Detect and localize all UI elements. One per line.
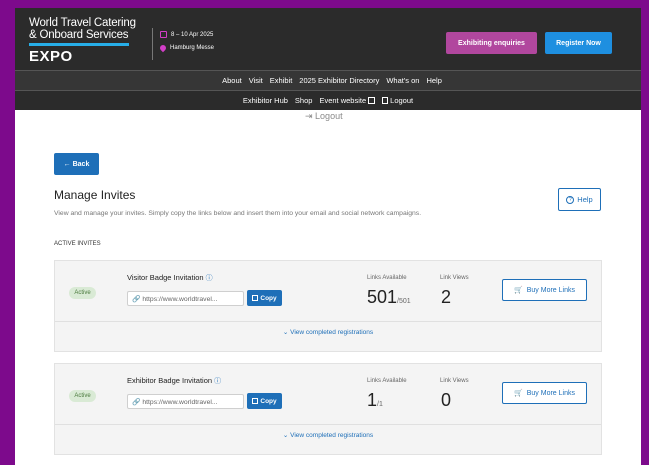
chevron-down-icon: ⌄ xyxy=(282,432,289,439)
invite-card-exhibitor: Active Exhibitor Badge Invitation ⓘ 🔗 ht… xyxy=(54,363,602,455)
status-badge: Active xyxy=(69,390,96,402)
page-description: View and manage your invites. Simply cop… xyxy=(54,210,422,217)
invite-url-text: https://www.worldtravel... xyxy=(142,399,218,406)
view-completed-registrations-link[interactable]: ⌄ View completed registrations xyxy=(55,431,601,439)
nav-exhibitor-hub[interactable]: Exhibitor Hub xyxy=(243,96,288,105)
event-venue: Hamburg Messe xyxy=(170,45,215,51)
link-views-label: Link Views xyxy=(440,378,469,384)
exhibiting-enquiries-button[interactable]: Exhibiting enquiries xyxy=(446,32,537,54)
buy-more-links-label: Buy More Links xyxy=(526,286,575,294)
links-available-label: Links Available xyxy=(367,275,407,281)
links-available-value: 501/501 xyxy=(367,287,411,308)
invite-title-text: Visitor Badge Invitation xyxy=(127,273,204,282)
card-divider xyxy=(55,424,601,425)
section-heading: ACTIVE INVITES xyxy=(54,241,101,247)
logo-line-1: World Travel Catering xyxy=(29,17,136,29)
invite-url-field[interactable]: 🔗 https://www.worldtravel... xyxy=(127,394,244,409)
invite-title-text: Exhibitor Badge Invitation xyxy=(127,376,213,385)
nav-logout-label: Logout xyxy=(390,96,414,105)
nav-whats-on[interactable]: What's on xyxy=(386,76,419,85)
view-completed-label: View completed registrations xyxy=(290,329,374,336)
ghost-logout-label: Logout xyxy=(315,111,343,121)
nav-event-website-label: Event website xyxy=(319,96,367,105)
help-button[interactable]: ? Help xyxy=(558,188,601,211)
nav-event-website[interactable]: Event website xyxy=(319,96,376,105)
chevron-down-icon: ⌄ xyxy=(282,329,289,336)
invite-title: Visitor Badge Invitation ⓘ xyxy=(127,273,213,283)
copy-button[interactable]: Copy xyxy=(247,393,282,409)
nav-logout[interactable]: Logout xyxy=(382,96,413,105)
links-available-total: /501 xyxy=(397,298,411,305)
nav-shop[interactable]: Shop xyxy=(295,96,313,105)
event-info: 8 – 10 Apr 2025 Hamburg Messe xyxy=(158,31,215,58)
browser-page: World Travel Catering & Onboard Services… xyxy=(15,3,641,465)
logout-icon xyxy=(382,97,389,104)
logo-underline xyxy=(29,43,129,46)
info-icon[interactable]: ⓘ xyxy=(214,378,221,385)
nav-exhibitor-directory[interactable]: 2025 Exhibitor Directory xyxy=(299,76,379,85)
view-completed-label: View completed registrations xyxy=(290,432,374,439)
cart-icon: 🛒 xyxy=(514,287,523,294)
site-header: World Travel Catering & Onboard Services… xyxy=(15,8,641,70)
invite-url-field[interactable]: 🔗 https://www.worldtravel... xyxy=(127,291,244,306)
invite-url-text: https://www.worldtravel... xyxy=(142,296,218,303)
header-divider xyxy=(152,28,153,60)
links-available-label: Links Available xyxy=(367,378,407,384)
buy-more-links-button[interactable]: 🛒 Buy More Links xyxy=(502,279,587,301)
main-nav: About Visit Exhibit 2025 Exhibitor Direc… xyxy=(15,70,641,90)
link-views-value: 2 xyxy=(441,287,452,307)
copy-icon xyxy=(252,398,259,404)
help-button-label: Help xyxy=(577,195,593,204)
event-dates: 8 – 10 Apr 2025 xyxy=(171,31,214,38)
copy-button-label: Copy xyxy=(260,397,277,405)
cart-icon: 🛒 xyxy=(514,390,523,397)
link-views-label: Link Views xyxy=(440,275,469,281)
logo-line-3: EXPO xyxy=(29,48,73,65)
back-button[interactable]: ← Back xyxy=(54,153,99,175)
nav-exhibit[interactable]: Exhibit xyxy=(270,76,293,85)
copy-icon xyxy=(252,295,259,301)
page-title: Manage Invites xyxy=(54,188,136,202)
links-available-count: 1 xyxy=(367,390,378,410)
invite-title: Exhibitor Badge Invitation ⓘ xyxy=(127,376,221,386)
copy-button-label: Copy xyxy=(260,294,277,302)
links-available-total: /1 xyxy=(377,401,383,408)
question-circle-icon: ? xyxy=(566,195,575,204)
nav-about[interactable]: About xyxy=(222,76,242,85)
register-now-button[interactable]: Register Now xyxy=(545,32,612,54)
links-available-value: 1/1 xyxy=(367,390,383,411)
buy-more-links-button[interactable]: 🛒 Buy More Links xyxy=(502,382,587,404)
nav-help[interactable]: Help xyxy=(426,76,441,85)
site-logo[interactable]: World Travel Catering & Onboard Services… xyxy=(29,17,136,65)
copy-button[interactable]: Copy xyxy=(247,290,282,306)
status-badge: Active xyxy=(69,287,96,299)
logo-line-2: & Onboard Services xyxy=(29,28,129,41)
link-views-value: 0 xyxy=(441,390,452,410)
card-divider xyxy=(55,321,601,322)
view-completed-registrations-link[interactable]: ⌄ View completed registrations xyxy=(55,328,601,336)
sub-nav: Exhibitor Hub Shop Event website Logout xyxy=(15,90,641,110)
logout-link-ghost[interactable]: ⇥ Logout xyxy=(305,111,343,122)
calendar-icon xyxy=(160,31,167,38)
buy-more-links-label: Buy More Links xyxy=(526,389,575,397)
invite-card-visitor: Active Visitor Badge Invitation ⓘ 🔗 http… xyxy=(54,260,602,352)
nav-visit[interactable]: Visit xyxy=(249,76,263,85)
location-pin-icon xyxy=(158,43,168,53)
info-icon[interactable]: ⓘ xyxy=(206,275,213,282)
links-available-count: 501 xyxy=(367,287,398,307)
external-link-icon xyxy=(368,97,376,104)
